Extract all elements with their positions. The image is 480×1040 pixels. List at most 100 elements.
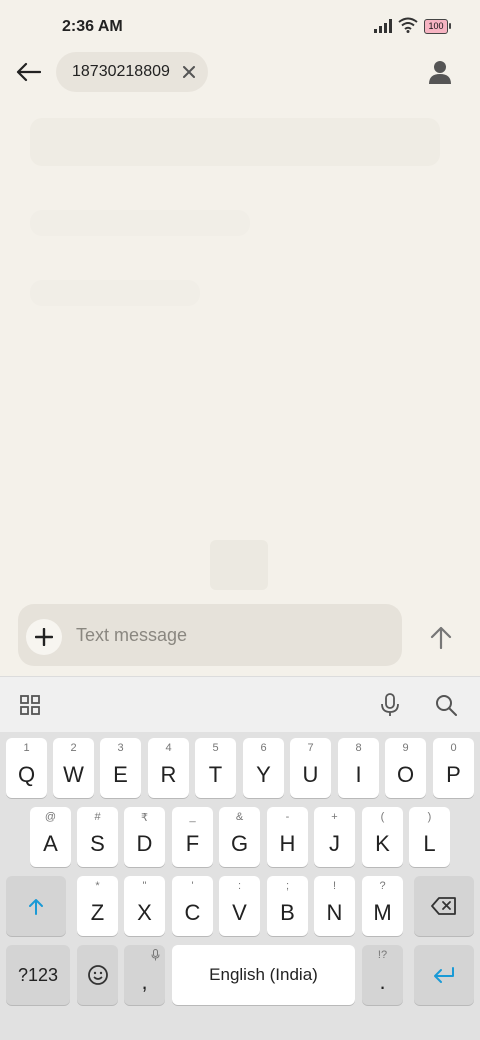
key-q[interactable]: 1Q [6,738,47,798]
back-button[interactable] [12,56,44,88]
key-i[interactable]: 8I [338,738,379,798]
send-button[interactable] [424,620,458,654]
key-hint: & [235,811,244,823]
key-label: W [63,762,84,787]
key-hint: 1 [23,742,30,754]
key-j[interactable]: + J [314,807,355,867]
key-label: T [208,762,223,787]
key-hint: 4 [165,742,172,754]
battery-icon: 100 [424,19,448,34]
key-hint: 9 [402,742,409,754]
key-g[interactable]: & G [219,807,260,867]
shift-key[interactable] [6,876,66,936]
status-bar: 2:36 AM 100 [0,0,480,54]
comma-key[interactable]: , [124,945,165,1005]
key-p[interactable]: 0P [433,738,474,798]
key-y[interactable]: 6Y [243,738,284,798]
emoji-icon [77,945,118,1005]
key-hint: # [94,811,101,823]
key-l[interactable]: ) L [409,807,450,867]
shift-icon [6,876,66,936]
key-u[interactable]: 7U [290,738,331,798]
key-hint: + [331,811,338,823]
backspace-key[interactable] [414,876,474,936]
key-d[interactable]: ₹ D [124,807,165,867]
key-w[interactable]: 2W [53,738,94,798]
search-icon[interactable] [434,693,458,717]
key-label: G [230,831,249,856]
key-label: Q [17,762,36,787]
key-e[interactable]: 3E [100,738,141,798]
key-hint: @ [44,811,57,823]
period-hint: !? [377,949,388,961]
key-r[interactable]: 4R [148,738,189,798]
key-label: F [185,831,200,856]
attach-button[interactable] [26,619,62,655]
key-label: H [279,831,296,856]
key-label: D [136,831,153,856]
key-hint: ! [332,880,337,892]
wifi-icon [398,17,418,38]
ghost-search-bar [30,118,440,166]
key-label: C [184,900,201,925]
key-hint: 5 [212,742,219,754]
remove-recipient-icon[interactable] [180,63,198,81]
key-hint: 0 [450,742,457,754]
key-hint: * [95,880,100,892]
key-m[interactable]: ? M [362,876,403,936]
backspace-icon [414,876,474,936]
space-key[interactable]: English (India) [172,945,355,1005]
key-hint: ( [380,811,385,823]
comma-label: , [141,969,148,994]
key-hint: ' [191,880,194,892]
key-label: I [355,762,362,787]
key-a[interactable]: @ A [30,807,71,867]
symbols-label: ?123 [17,965,59,985]
key-o[interactable]: 9O [385,738,426,798]
key-label: Y [256,762,271,787]
key-hint: : [237,880,242,892]
message-input[interactable]: Text message [76,625,187,646]
key-s[interactable]: # S [77,807,118,867]
key-label: J [329,831,340,856]
voice-mic-icon [151,948,160,966]
ghost-row-1 [30,210,250,236]
key-n[interactable]: ! N [314,876,355,936]
enter-key[interactable] [414,945,474,1005]
key-f[interactable]: _ F [172,807,213,867]
microphone-icon[interactable] [378,693,402,717]
recipient-chip[interactable]: 18730218809 [56,52,208,92]
arrow-up-icon [430,626,452,649]
key-b[interactable]: ; B [267,876,308,936]
key-x[interactable]: " X [124,876,165,936]
plus-icon [35,628,53,646]
keyboard: 1Q 2W 3E 4R 5T 6Y 7U 8I 9O 0P @ A # S ₹ D _… [0,732,480,1040]
key-v[interactable]: :V [219,876,260,936]
key-label: U [302,762,319,787]
symbols-key[interactable]: ?123 [6,945,70,1005]
key-label: P [446,762,461,787]
key-z[interactable]: * Z [77,876,118,936]
key-t[interactable]: 5T [195,738,236,798]
grid-icon[interactable] [18,693,42,717]
key-hint: - [285,811,290,823]
signal-icon [374,19,394,38]
key-hint: 6 [260,742,267,754]
key-hint: ? [379,880,386,892]
key-hint: " [142,880,147,892]
key-hint: 8 [355,742,362,754]
key-k[interactable]: (K [362,807,403,867]
message-composer[interactable]: Text message [18,604,402,666]
contact-icon[interactable] [426,58,454,91]
key-label: S [90,831,105,856]
period-key[interactable]: !? . [362,945,403,1005]
emoji-key[interactable] [77,945,118,1005]
space-label: English (India) [209,965,318,984]
key-label: Z [90,900,105,925]
key-h[interactable]: -H [267,807,308,867]
ghost-thumbnail [210,540,268,590]
key-hint: 2 [70,742,77,754]
key-c[interactable]: ' C [172,876,213,936]
key-label: V [232,900,247,925]
key-label: L [423,831,436,856]
